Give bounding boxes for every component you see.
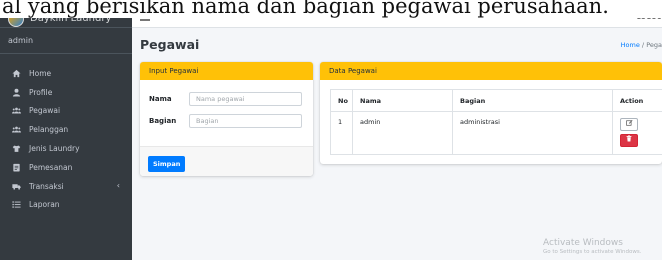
cell-nama: admin: [352, 111, 453, 155]
sidebar-item-laporan[interactable]: Laporan: [0, 196, 132, 215]
list-icon: [12, 200, 21, 209]
page-title: Pegawai: [140, 37, 200, 52]
sidebar: Dayklin Laundry admin Home Profile Pegaw: [0, 0, 132, 260]
cell-bagian: administrasi: [452, 111, 613, 155]
watermark-title: Activate Windows: [543, 238, 623, 248]
cell-no: 1: [330, 111, 353, 155]
form-row-nama: Nama: [149, 92, 302, 106]
home-icon: [12, 69, 21, 78]
input-card: Input Pegawai Nama Bagian Simpan: [140, 62, 313, 176]
sidebar-item-label: Home: [29, 68, 52, 78]
trash-icon: [626, 135, 632, 142]
table-row: 1 admin administrasi: [330, 111, 662, 155]
chevron-left-icon: ‹: [116, 180, 120, 190]
sidebar-nav: Home Profile Pegawai Pelanggan Jenis Lau…: [0, 64, 132, 214]
sidebar-item-pegawai[interactable]: Pegawai: [0, 102, 132, 121]
breadcrumb-current: Pega: [646, 41, 662, 49]
sidebar-item-label: Pelanggan: [29, 125, 69, 135]
data-card-title: Data Pegawai: [320, 62, 662, 80]
cell-action: [612, 111, 662, 155]
users-icon: [12, 106, 21, 115]
column-header-nama: Nama: [352, 89, 453, 112]
table-header-row: No Nama Bagian Action: [330, 89, 662, 112]
caption-text: al yang berisikan nama dan bagian pegawa…: [0, 0, 662, 18]
users-icon: [12, 125, 21, 134]
sidebar-item-label: Jenis Laundry: [29, 144, 80, 154]
truck-icon: [12, 182, 21, 191]
input-card-title: Input Pegawai: [140, 62, 313, 80]
column-header-bagian: Bagian: [452, 89, 613, 112]
clipboard-icon: [12, 163, 21, 172]
sidebar-item-pemesanan[interactable]: Pemesanan: [0, 158, 132, 177]
bagian-input[interactable]: [189, 114, 302, 128]
bagian-label: Bagian: [149, 117, 177, 125]
edit-icon: [625, 120, 633, 126]
sidebar-item-label: Pemesanan: [29, 162, 73, 172]
form-row-bagian: Bagian: [149, 114, 302, 128]
sidebar-item-profile[interactable]: Profile: [0, 83, 132, 102]
sidebar-item-label: Profile: [29, 87, 53, 97]
sidebar-item-label: Transaksi: [29, 181, 64, 191]
column-header-no: No: [330, 89, 353, 112]
input-card-footer: Simpan: [140, 146, 313, 176]
nama-input[interactable]: [189, 92, 302, 106]
data-card: Data Pegawai No Nama Bagian Action 1 adm…: [320, 62, 662, 164]
breadcrumb-home-link[interactable]: Home: [621, 41, 640, 49]
watermark-subtitle: Go to Settings to activate Windows.: [543, 249, 642, 255]
sidebar-item-transaksi[interactable]: Transaksi ‹: [0, 177, 132, 196]
sidebar-item-pelanggan[interactable]: Pelanggan: [0, 120, 132, 139]
pegawai-table: No Nama Bagian Action 1 admin administra…: [330, 89, 662, 155]
shirt-icon: [12, 144, 21, 153]
activate-windows-watermark: Activate Windows Go to Settings to activ…: [543, 238, 642, 255]
nama-label: Nama: [149, 95, 172, 103]
edit-button[interactable]: [620, 118, 638, 131]
delete-button[interactable]: [620, 134, 638, 147]
breadcrumb: Home / Pega: [621, 41, 662, 49]
app-window: al yang berisikan nama dan bagian pegawa…: [0, 0, 662, 260]
sidebar-item-label: Laporan: [29, 200, 60, 210]
sidebar-item-label: Pegawai: [29, 106, 61, 116]
sidebar-item-jenis-laundry[interactable]: Jenis Laundry: [0, 139, 132, 158]
user-name[interactable]: admin: [0, 28, 132, 54]
user-icon: [12, 88, 21, 97]
sidebar-item-home[interactable]: Home: [0, 64, 132, 83]
column-header-action: Action: [612, 89, 662, 112]
breadcrumb-separator: /: [641, 41, 645, 49]
simpan-button[interactable]: Simpan: [148, 156, 186, 172]
